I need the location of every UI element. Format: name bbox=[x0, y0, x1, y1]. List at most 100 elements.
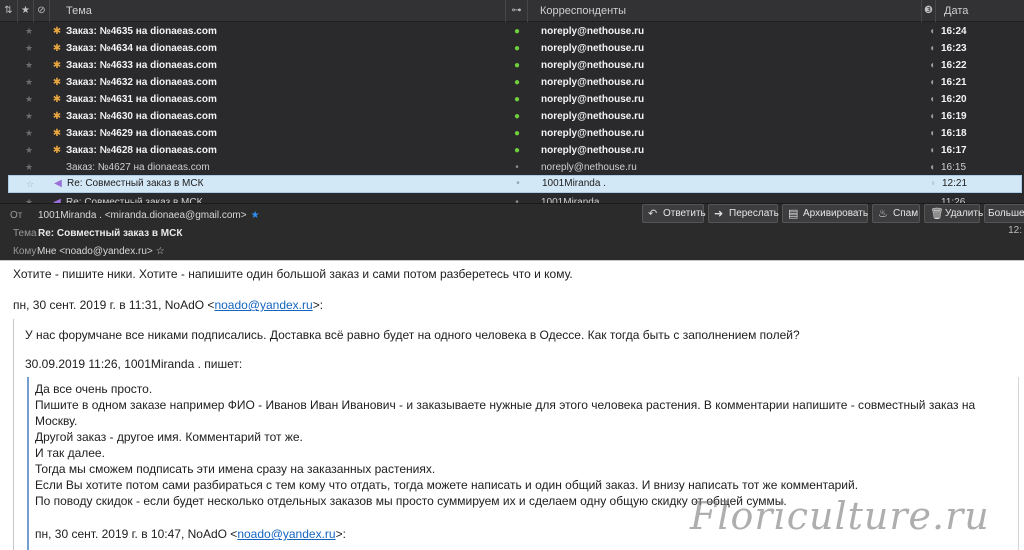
archive-button[interactable]: ▤ Архивировать bbox=[782, 204, 868, 223]
message-time: 12: bbox=[1008, 225, 1022, 236]
read-status-icon[interactable]: ● bbox=[512, 23, 522, 40]
column-date[interactable]: Дата bbox=[936, 0, 1024, 22]
junk-icon[interactable]: ◖ bbox=[927, 176, 939, 193]
column-subject[interactable]: Тема bbox=[58, 0, 506, 22]
star-outline-icon[interactable]: ☆ bbox=[23, 176, 37, 193]
body-line: Хотите - пишите ники. Хотите - напишите … bbox=[13, 267, 573, 281]
quote-attribution: пн, 30 сент. 2019 г. в 11:31, NoAdO <noa… bbox=[13, 298, 324, 312]
message-date: 16:20 bbox=[941, 94, 967, 105]
message-subject: Заказ: №4635 на dionaeas.com bbox=[66, 26, 217, 37]
trash-icon: 🗑 bbox=[930, 208, 944, 220]
message-body: Хотите - пишите ники. Хотите - напишите … bbox=[0, 260, 1024, 550]
star-icon[interactable]: ★ bbox=[22, 57, 36, 74]
star-icon[interactable]: ★ bbox=[22, 194, 36, 203]
message-row[interactable]: ★ Заказ: №4627 на dionaeas.com • noreply… bbox=[0, 159, 1024, 176]
read-status-column-icon[interactable]: ⊶ bbox=[506, 0, 528, 22]
star-icon[interactable]: ★ bbox=[22, 142, 36, 159]
unread-dot-icon: ✱ bbox=[52, 128, 62, 139]
read-status-icon[interactable]: • bbox=[512, 194, 522, 203]
star-icon[interactable]: ★ bbox=[22, 159, 36, 176]
star-icon[interactable]: ★ bbox=[22, 108, 36, 125]
star-icon[interactable]: ★ bbox=[22, 125, 36, 142]
message-subject: Заказ: №4629 на dionaeas.com bbox=[66, 128, 217, 139]
reply-arrow-icon: ◀ bbox=[54, 178, 62, 189]
unread-dot-icon: ✱ bbox=[52, 111, 62, 122]
read-status-icon[interactable]: ● bbox=[512, 91, 522, 108]
message-subject: Заказ: №4634 на dionaeas.com bbox=[66, 43, 217, 54]
reply-arrow-icon: ◀ bbox=[53, 197, 61, 204]
read-status-icon[interactable]: ● bbox=[512, 74, 522, 91]
message-row[interactable]: ★ ✱ Заказ: №4633 на dionaeas.com ● norep… bbox=[0, 57, 1024, 74]
read-status-icon[interactable]: ● bbox=[512, 40, 522, 57]
watermark: Floriculture.ru bbox=[690, 494, 990, 538]
star-icon[interactable]: ★ bbox=[22, 23, 36, 40]
junk-icon[interactable]: ◖ bbox=[926, 108, 938, 125]
more-button[interactable]: Больше bbox=[984, 204, 1024, 223]
read-status-icon[interactable]: • bbox=[513, 176, 523, 193]
junk-icon[interactable]: ◖ bbox=[926, 23, 938, 40]
message-from: noreply@nethouse.ru bbox=[541, 128, 645, 139]
read-status-icon[interactable]: ● bbox=[512, 108, 522, 125]
spam-icon: ♨ bbox=[878, 208, 888, 220]
message-row[interactable]: ★ ◀ Re: Совместный заказ в МСК • 1001Mir… bbox=[0, 194, 1024, 204]
message-date: 16:21 bbox=[941, 77, 967, 88]
junk-icon[interactable]: ◖ bbox=[926, 159, 938, 176]
from-label: От bbox=[10, 210, 23, 221]
message-row[interactable]: ★ ✱ Заказ: №4634 на dionaeas.com ● norep… bbox=[0, 40, 1024, 57]
quote-line: Да все очень просто. bbox=[35, 382, 153, 396]
forward-button[interactable]: ➜ Переслать bbox=[708, 204, 779, 223]
message-from: noreply@nethouse.ru bbox=[541, 77, 645, 88]
star-outline-icon[interactable]: ☆ bbox=[156, 246, 165, 257]
message-row[interactable]: ★ ✱ Заказ: №4630 на dionaeas.com ● norep… bbox=[0, 108, 1024, 125]
message-row[interactable]: ★ ✱ Заказ: №4632 на dionaeas.com ● norep… bbox=[0, 74, 1024, 91]
message-row[interactable]: ★ ✱ Заказ: №4629 на dionaeas.com ● norep… bbox=[0, 125, 1024, 142]
message-from: noreply@nethouse.ru bbox=[541, 162, 637, 173]
star-icon[interactable]: ★ bbox=[22, 40, 36, 57]
message-date: 16:24 bbox=[941, 26, 967, 37]
thread-column-icon[interactable]: ⇅ bbox=[0, 0, 18, 22]
read-status-icon[interactable]: ● bbox=[512, 142, 522, 159]
message-date: 16:23 bbox=[941, 43, 967, 54]
unread-dot-icon: ✱ bbox=[52, 94, 62, 105]
message-row[interactable]: ★ ✱ Заказ: №4631 на dionaeas.com ● norep… bbox=[0, 91, 1024, 108]
message-date: 11:26 bbox=[941, 197, 966, 204]
reply-button[interactable]: ↶ Ответить bbox=[642, 204, 706, 223]
quote-line: И так далее. bbox=[35, 446, 105, 460]
spam-button[interactable]: ♨ Спам bbox=[872, 204, 920, 223]
to-value[interactable]: Мне <noado@yandex.ru> bbox=[37, 246, 153, 257]
from-value[interactable]: 1001Miranda . <miranda.dionaea@gmail.com… bbox=[38, 210, 247, 221]
message-row-selected[interactable]: ☆ ◀ Re: Совместный заказ в МСК • 1001Mir… bbox=[8, 175, 1022, 193]
junk-icon[interactable]: ◖ bbox=[926, 40, 938, 57]
junk-icon[interactable]: ◖ bbox=[926, 142, 938, 159]
star-icon[interactable]: ★ bbox=[22, 74, 36, 91]
email-link[interactable]: noado@yandex.ru bbox=[214, 298, 312, 312]
junk-icon[interactable]: ◖ bbox=[926, 74, 938, 91]
star-column-icon[interactable]: ★ bbox=[18, 0, 34, 22]
message-subject: Заказ: №4627 на dionaeas.com bbox=[66, 162, 210, 173]
quote-attribution: 30.09.2019 11:26, 1001Miranda . пишет: bbox=[25, 357, 243, 371]
message-row[interactable]: ★ ✱ Заказ: №4628 на dionaeas.com ● norep… bbox=[0, 142, 1024, 159]
read-status-icon[interactable]: ● bbox=[512, 125, 522, 142]
quote-line: По поводу скидок - если будет несколько … bbox=[35, 494, 787, 508]
to-label: Кому bbox=[13, 246, 37, 257]
message-date: 16:18 bbox=[941, 128, 967, 139]
column-correspondents[interactable]: Корреспонденты bbox=[532, 0, 922, 22]
message-subject: Заказ: №4631 на dionaeas.com bbox=[66, 94, 217, 105]
junk-column-icon[interactable]: ❸ bbox=[922, 0, 936, 22]
star-icon[interactable]: ★ bbox=[251, 210, 260, 221]
email-link[interactable]: noado@yandex.ru bbox=[237, 527, 335, 541]
junk-icon[interactable]: ◖ bbox=[926, 57, 938, 74]
message-row[interactable]: ★ ✱ Заказ: №4635 на dionaeas.com ● norep… bbox=[0, 23, 1024, 40]
subject-value: Re: Совместный заказ в МСК bbox=[38, 228, 183, 239]
star-icon[interactable]: ★ bbox=[22, 91, 36, 108]
attachment-column-icon[interactable]: ⊘ bbox=[34, 0, 50, 22]
read-status-icon[interactable]: • bbox=[512, 159, 522, 176]
column-header: ⇅ ★ ⊘ Тема ⊶ Корреспонденты ❸ Дата bbox=[0, 0, 1024, 22]
message-date: 16:15 bbox=[941, 162, 967, 173]
delete-button[interactable]: 🗑 Удалить bbox=[924, 204, 983, 223]
junk-icon[interactable]: ◖ bbox=[926, 91, 938, 108]
read-status-icon[interactable]: ● bbox=[512, 57, 522, 74]
message-subject: Заказ: №4632 на dionaeas.com bbox=[66, 77, 217, 88]
quote-line: Тогда мы сможем подписать эти имена сраз… bbox=[35, 462, 436, 476]
junk-icon[interactable]: ◖ bbox=[926, 125, 938, 142]
